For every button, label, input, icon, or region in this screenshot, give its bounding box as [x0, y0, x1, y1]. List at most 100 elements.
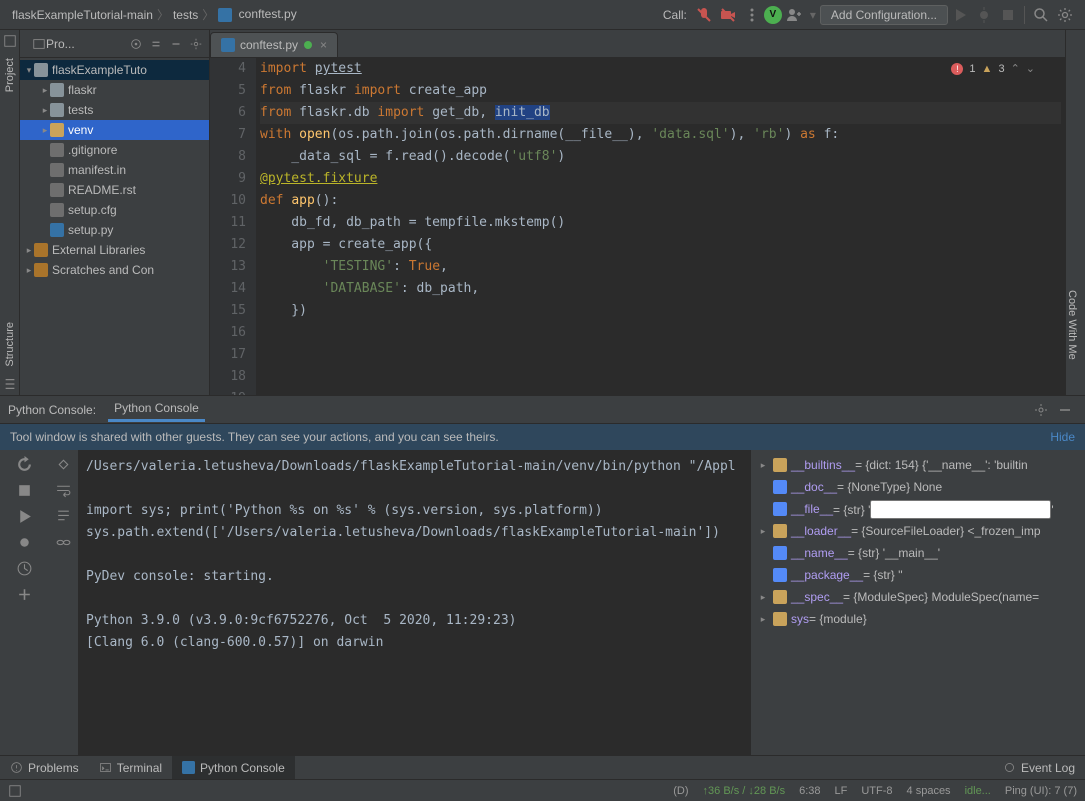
add-configuration-button[interactable]: Add Configuration... [820, 5, 948, 25]
event-log-tab[interactable]: Event Log [993, 756, 1085, 779]
tree-item[interactable]: ▸flaskr [20, 80, 209, 100]
history-icon[interactable] [16, 560, 33, 577]
terminal-tab[interactable]: Terminal [89, 756, 172, 779]
tree-item[interactable]: setup.py [20, 220, 209, 240]
expand-all-icon[interactable] [149, 37, 163, 51]
breadcrumb-root[interactable]: flaskExampleTutorial-main [8, 8, 157, 22]
variable-row[interactable]: __name__ = {str} '__main__' [757, 542, 1079, 564]
hide-banner-link[interactable]: Hide [1050, 430, 1075, 444]
var-icon [773, 612, 787, 626]
event-log-icon [1003, 761, 1016, 774]
variables-pane[interactable]: ▸__builtins__ = {dict: 154} {'__name__':… [750, 450, 1085, 755]
status-ping[interactable]: Ping (UI): 7 (7) [1005, 785, 1077, 797]
editor-tab-label: conftest.py [240, 38, 298, 52]
chevron-icon[interactable]: ▸ [40, 105, 50, 116]
tree-item[interactable]: manifest.in [20, 160, 209, 180]
status-net[interactable]: ↑36 B/s / ↓28 B/s [703, 785, 786, 797]
tree-item[interactable]: ▸venv [20, 120, 209, 140]
breadcrumb-file[interactable]: conftest.py [214, 7, 300, 22]
variable-row[interactable]: __file__ = {str} '' [757, 498, 1079, 520]
folder-icon [34, 63, 48, 77]
breadcrumb-folder[interactable]: tests [169, 8, 202, 22]
status-dev[interactable]: (D) [673, 785, 688, 797]
search-icon[interactable] [1033, 7, 1049, 23]
run-icon[interactable] [16, 508, 33, 525]
link-icon[interactable] [55, 534, 72, 551]
structure-rail-icon[interactable] [3, 377, 17, 391]
status-encoding[interactable]: UTF-8 [861, 785, 892, 797]
stop-icon[interactable] [1000, 7, 1016, 23]
var-name: __name__ [791, 546, 848, 560]
chevron-icon[interactable]: ▸ [24, 245, 34, 256]
inspections-summary[interactable]: !1 ▲3 ⌃⌄ [951, 62, 1035, 75]
tree-item[interactable]: ▸Scratches and Con [20, 260, 209, 280]
file-icon [50, 183, 64, 197]
add-icon[interactable] [16, 586, 33, 603]
project-tree[interactable]: ▾flaskExampleTuto▸flaskr▸tests▸venv.giti… [20, 58, 209, 395]
project-view-icon[interactable] [32, 37, 46, 51]
tree-item[interactable]: ▸External Libraries [20, 240, 209, 260]
file-icon [50, 143, 64, 157]
avatar[interactable]: V [764, 6, 782, 24]
variable-row[interactable]: __doc__ = {NoneType} None [757, 476, 1079, 498]
variable-row[interactable]: ▸sys = {module} [757, 608, 1079, 630]
code-content[interactable]: import pytestfrom flaskr import create_a… [256, 58, 1065, 395]
toggle-tool-windows-icon[interactable] [8, 784, 22, 798]
camera-off-icon[interactable] [720, 7, 736, 23]
status-caret-pos[interactable]: 6:38 [799, 785, 820, 797]
status-line-sep[interactable]: LF [835, 785, 848, 797]
code-editor[interactable]: 45678910111213141516171819 import pytest… [210, 58, 1065, 395]
chevron-icon[interactable]: ▸ [40, 85, 50, 96]
mic-off-icon[interactable] [696, 7, 712, 23]
file-icon [50, 203, 64, 217]
project-rail-icon[interactable] [3, 34, 17, 48]
chevron-icon[interactable]: ▸ [40, 125, 50, 136]
soft-wrap-icon[interactable] [55, 482, 72, 499]
variable-row[interactable]: ▸__builtins__ = {dict: 154} {'__name__':… [757, 454, 1079, 476]
py-icon [50, 223, 64, 237]
tree-item[interactable]: README.rst [20, 180, 209, 200]
gear-icon[interactable] [1057, 7, 1073, 23]
tree-item[interactable]: .gitignore [20, 140, 209, 160]
variable-row[interactable]: ▸__loader__ = {SourceFileLoader} <_froze… [757, 520, 1079, 542]
user-add-icon[interactable] [786, 7, 802, 23]
run-icon[interactable] [952, 7, 968, 23]
scroll-end-icon[interactable] [55, 508, 72, 525]
structure-rail-label[interactable]: Structure [4, 316, 16, 373]
chevron-right-icon: 〉 [202, 6, 214, 23]
attach-icon[interactable] [55, 456, 72, 473]
minimize-icon[interactable] [1057, 402, 1073, 418]
warning-icon: ▲ [982, 63, 993, 75]
var-value: = {SourceFileLoader} <_frozen_imp [851, 524, 1040, 538]
tree-item[interactable]: ▸tests [20, 100, 209, 120]
debug-icon[interactable] [16, 534, 33, 551]
variable-row[interactable]: __package__ = {str} '' [757, 564, 1079, 586]
stop-icon[interactable] [16, 482, 33, 499]
tree-item[interactable]: ▾flaskExampleTuto [20, 60, 209, 80]
problems-tab[interactable]: Problems [0, 756, 89, 779]
line-gutter: 45678910111213141516171819 [210, 58, 256, 395]
code-with-me-rail-label[interactable]: Code With Me [1066, 30, 1078, 360]
close-icon[interactable]: × [320, 38, 327, 52]
rerun-icon[interactable] [16, 456, 33, 473]
python-console-tab[interactable]: Python Console [172, 756, 295, 779]
editor-tab[interactable]: conftest.py × [210, 32, 338, 57]
chevron-icon[interactable]: ▸ [24, 265, 34, 276]
tree-item-label: setup.cfg [68, 203, 117, 217]
project-title[interactable]: Pro... [46, 37, 123, 51]
tree-item[interactable]: setup.cfg [20, 200, 209, 220]
more-vert-icon[interactable] [744, 7, 760, 23]
status-indent[interactable]: 4 spaces [907, 785, 951, 797]
console-tab[interactable]: Python Console [108, 397, 205, 422]
collapse-all-icon[interactable] [169, 37, 183, 51]
debug-icon[interactable] [976, 7, 992, 23]
project-rail-label[interactable]: Project [4, 52, 16, 98]
gear-icon[interactable] [1033, 402, 1049, 418]
target-icon[interactable] [129, 37, 143, 51]
var-value: = {module} [809, 612, 867, 626]
gear-icon[interactable] [189, 37, 203, 51]
status-idle[interactable]: idle... [965, 785, 991, 797]
chevron-icon[interactable]: ▾ [24, 65, 34, 76]
variable-row[interactable]: ▸__spec__ = {ModuleSpec} ModuleSpec(name… [757, 586, 1079, 608]
console-output[interactable]: /Users/valeria.letusheva/Downloads/flask… [78, 450, 750, 755]
